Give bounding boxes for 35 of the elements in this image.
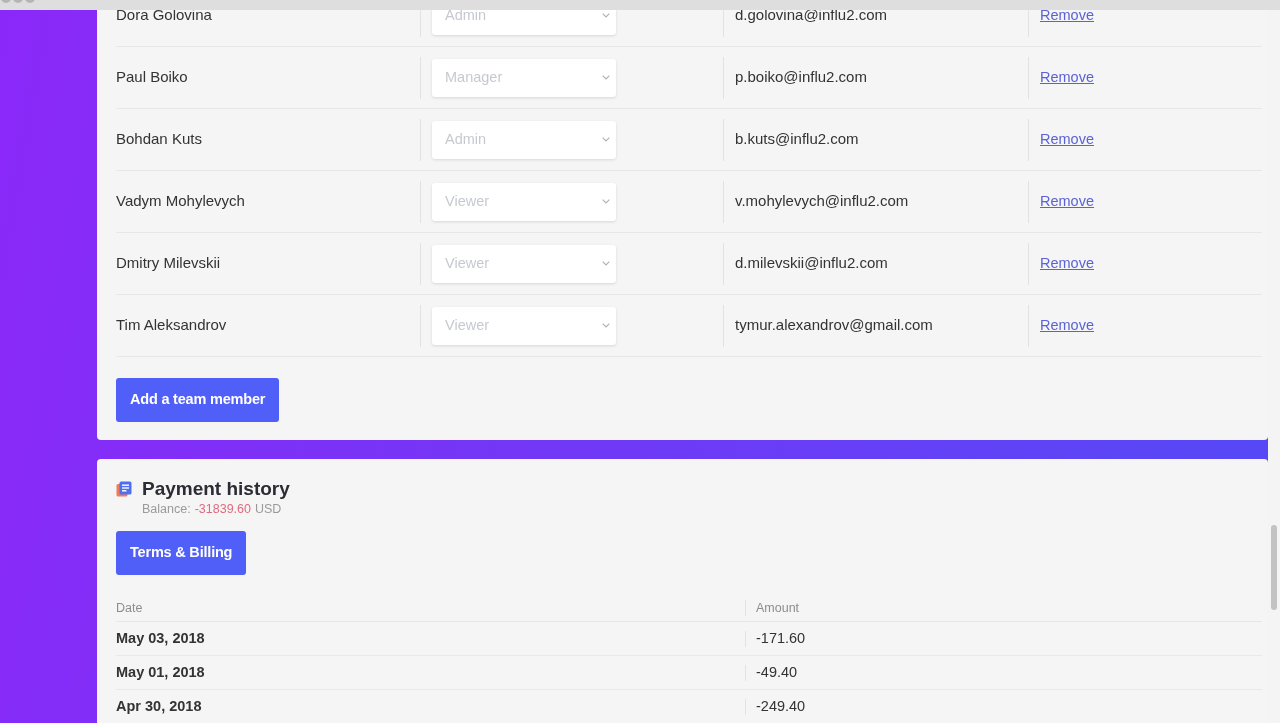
date-cell-text: May 01, 2018 [116, 662, 206, 682]
member-name: Bohdan Kuts [116, 129, 203, 150]
balance-value: -31839.60 [194, 501, 251, 517]
chevron-down-icon [602, 75, 610, 80]
member-name: Dmitry Milevskii [116, 253, 222, 274]
window-control-dots-icon [0, 0, 36, 3]
column-header: Date [116, 599, 144, 617]
section-title: Payment history [142, 477, 290, 501]
balance-label: Balance: [142, 501, 191, 517]
member-email: d.golovina@influ2.com [735, 10, 887, 26]
member-name: Vadym Mohylevych [116, 191, 246, 212]
terms-billing-button[interactable]: Terms & Billing [116, 531, 247, 575]
amount-cell-text: -249.40 [756, 696, 806, 716]
chevron-down-icon [602, 199, 610, 204]
member-email: v.mohylevych@influ2.com [735, 191, 909, 212]
column-header: Amount [756, 599, 800, 617]
member-email: b.kuts@influ2.com [735, 129, 859, 150]
balance-currency: USD [254, 501, 282, 517]
scrollbar-thumb[interactable] [1271, 525, 1277, 610]
chevron-down-icon [602, 13, 610, 18]
member-email: d.milevskii@influ2.com [735, 253, 888, 274]
member-email: p.boiko@influ2.com [735, 67, 867, 88]
member-name: Paul Boiko [116, 67, 189, 88]
chevron-down-icon [602, 137, 610, 142]
amount-cell-text: -49.40 [756, 662, 798, 682]
amount-cell-text: -171.60 [756, 628, 806, 648]
member-email: tymur.alexandrov@gmail.com [735, 315, 933, 336]
member-name: Tim Aleksandrov [116, 315, 228, 336]
date-cell-text: May 03, 2018 [116, 628, 206, 648]
document-icon [116, 481, 132, 497]
date-cell-text: Apr 30, 2018 [116, 696, 203, 716]
add-member-button[interactable]: Add a team member [116, 378, 280, 422]
chevron-down-icon [602, 261, 610, 266]
chevron-down-icon [602, 323, 610, 328]
member-name: Dora Golovina [116, 10, 213, 26]
